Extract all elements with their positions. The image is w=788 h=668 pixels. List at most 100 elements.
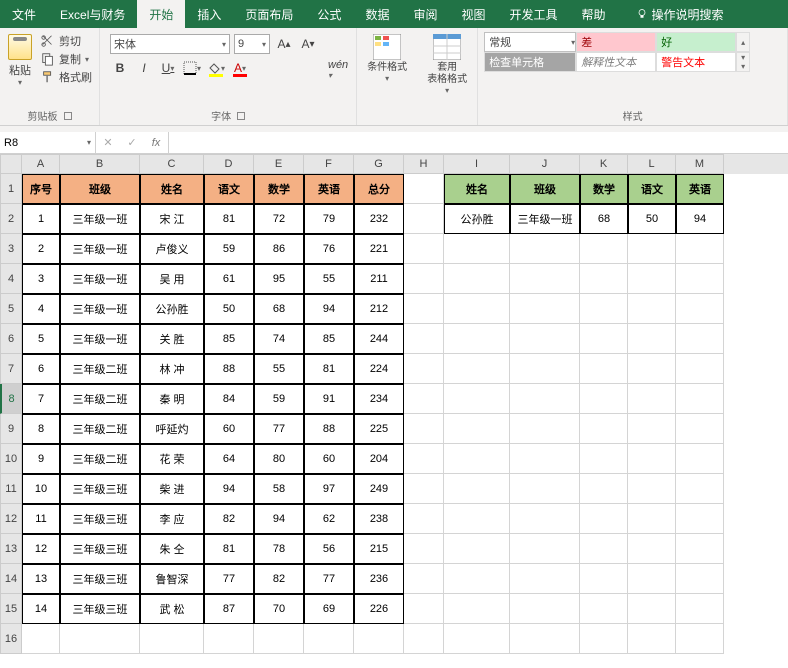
cell[interactable]: 79 — [304, 204, 354, 234]
cut-button[interactable]: 剪切 — [38, 32, 95, 50]
row-header[interactable]: 6 — [0, 324, 22, 354]
cell[interactable] — [444, 384, 510, 414]
cell[interactable] — [510, 564, 580, 594]
style-check-cell[interactable]: 检查单元格 — [484, 52, 576, 72]
cell[interactable]: 226 — [354, 594, 404, 624]
cell[interactable] — [444, 564, 510, 594]
cell[interactable] — [628, 534, 676, 564]
cell[interactable] — [580, 504, 628, 534]
cell[interactable] — [510, 534, 580, 564]
cell[interactable] — [404, 474, 444, 504]
tab-file[interactable]: 文件 — [0, 0, 48, 28]
cell[interactable]: 7 — [22, 384, 60, 414]
cell[interactable] — [580, 234, 628, 264]
cell[interactable]: 总分 — [354, 174, 404, 204]
cell[interactable]: 9 — [22, 444, 60, 474]
cell[interactable]: 英语 — [676, 174, 724, 204]
cell[interactable]: 232 — [354, 204, 404, 234]
row-header[interactable]: 10 — [0, 444, 22, 474]
tell-me-search[interactable]: 操作说明搜索 — [624, 0, 736, 28]
cell[interactable] — [444, 474, 510, 504]
cell[interactable] — [628, 444, 676, 474]
cell[interactable] — [404, 444, 444, 474]
cell[interactable]: 211 — [354, 264, 404, 294]
cell[interactable] — [676, 414, 724, 444]
cell[interactable]: 82 — [204, 504, 254, 534]
cell[interactable]: 88 — [204, 354, 254, 384]
cell[interactable]: 语文 — [628, 174, 676, 204]
cell[interactable]: 74 — [254, 324, 304, 354]
tab-developer[interactable]: 开发工具 — [497, 0, 569, 28]
cell[interactable]: 84 — [204, 384, 254, 414]
cell[interactable]: 卢俊义 — [140, 234, 204, 264]
cell[interactable]: 三年级三班 — [60, 504, 140, 534]
cell[interactable] — [404, 264, 444, 294]
cell[interactable] — [628, 504, 676, 534]
cell[interactable]: 77 — [204, 564, 254, 594]
cell[interactable]: 50 — [628, 204, 676, 234]
tab-review[interactable]: 审阅 — [401, 0, 449, 28]
style-explanation[interactable]: 解释性文本 — [576, 52, 656, 72]
cell[interactable]: 68 — [580, 204, 628, 234]
cell[interactable] — [510, 444, 580, 474]
cell[interactable]: 朱 仝 — [140, 534, 204, 564]
cell[interactable]: 三年级三班 — [60, 534, 140, 564]
cell[interactable]: 三年级二班 — [60, 354, 140, 384]
cell[interactable]: 数学 — [254, 174, 304, 204]
cell[interactable]: 三年级一班 — [60, 264, 140, 294]
cell[interactable] — [204, 624, 254, 654]
cell[interactable] — [404, 294, 444, 324]
cell[interactable]: 77 — [304, 564, 354, 594]
cell[interactable]: 序号 — [22, 174, 60, 204]
cell[interactable] — [628, 294, 676, 324]
col-header[interactable]: H — [404, 154, 444, 174]
decrease-font-button[interactable]: A▾ — [298, 34, 318, 54]
tab-formulas[interactable]: 公式 — [305, 0, 353, 28]
cell[interactable] — [404, 594, 444, 624]
font-size-combo[interactable]: 9▾ — [234, 34, 270, 54]
cell[interactable] — [676, 234, 724, 264]
cell[interactable]: 76 — [304, 234, 354, 264]
cell[interactable]: 60 — [204, 414, 254, 444]
cell[interactable]: 班级 — [60, 174, 140, 204]
cell[interactable] — [444, 264, 510, 294]
cell[interactable]: 64 — [204, 444, 254, 474]
cell[interactable]: 三年级一班 — [60, 294, 140, 324]
cell[interactable]: 公孙胜 — [140, 294, 204, 324]
cell[interactable]: 吴 用 — [140, 264, 204, 294]
cell[interactable] — [444, 534, 510, 564]
name-box[interactable]: R8▾ — [0, 132, 96, 153]
cell[interactable]: 英语 — [304, 174, 354, 204]
cell[interactable]: 语文 — [204, 174, 254, 204]
font-color-button[interactable]: A▾ — [230, 58, 250, 78]
font-name-combo[interactable]: 宋体▾ — [110, 34, 230, 54]
cell[interactable] — [404, 204, 444, 234]
table-format-button[interactable]: 套用 表格格式 ▾ — [421, 30, 473, 95]
cell[interactable]: 三年级二班 — [60, 444, 140, 474]
row-header[interactable]: 1 — [0, 174, 22, 204]
cell[interactable] — [444, 354, 510, 384]
cell[interactable]: 68 — [254, 294, 304, 324]
cell[interactable]: 85 — [204, 324, 254, 354]
cell[interactable]: 1 — [22, 204, 60, 234]
cell[interactable] — [404, 504, 444, 534]
cell[interactable] — [510, 354, 580, 384]
cell[interactable] — [22, 624, 60, 654]
cell[interactable]: 鲁智深 — [140, 564, 204, 594]
cell[interactable]: 215 — [354, 534, 404, 564]
cell[interactable] — [60, 624, 140, 654]
row-header[interactable]: 7 — [0, 354, 22, 384]
cell[interactable] — [676, 504, 724, 534]
cell[interactable]: 三年级一班 — [60, 204, 140, 234]
cell[interactable] — [628, 414, 676, 444]
cell[interactable]: 武 松 — [140, 594, 204, 624]
border-button[interactable]: ▾ — [182, 58, 202, 78]
cell[interactable]: 呼延灼 — [140, 414, 204, 444]
cell[interactable] — [628, 264, 676, 294]
tab-page-layout[interactable]: 页面布局 — [233, 0, 305, 28]
cell[interactable]: 58 — [254, 474, 304, 504]
cell[interactable]: 95 — [254, 264, 304, 294]
increase-font-button[interactable]: A▴ — [274, 34, 294, 54]
cell[interactable] — [444, 414, 510, 444]
select-all-corner[interactable] — [0, 154, 22, 174]
